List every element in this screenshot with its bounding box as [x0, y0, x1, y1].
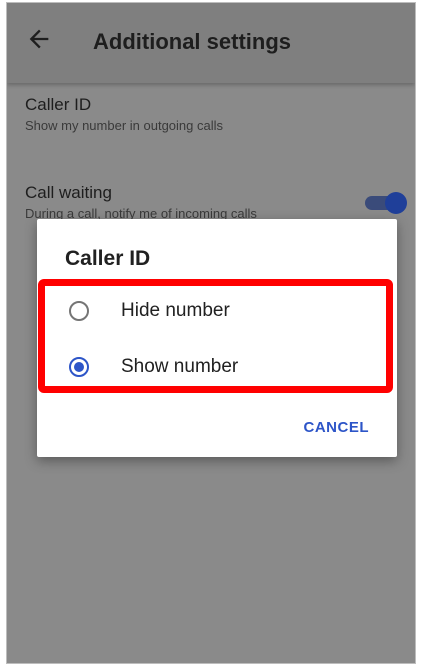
- call-waiting-toggle[interactable]: [365, 192, 407, 214]
- arrow-back-icon[interactable]: [25, 25, 53, 53]
- setting-call-waiting[interactable]: Call waiting During a call, notify me of…: [25, 183, 405, 221]
- setting-title: Caller ID: [25, 95, 92, 114]
- cancel-button[interactable]: CANCEL: [304, 419, 370, 436]
- app-bar: Additional settings: [7, 3, 415, 83]
- option-show-number[interactable]: Show number: [59, 347, 379, 387]
- setting-caller-id[interactable]: Caller ID Show my number in outgoing cal…: [25, 95, 405, 133]
- option-label: Show number: [121, 356, 239, 377]
- radio-selected-icon[interactable]: [67, 355, 91, 379]
- setting-subtitle: Show my number in outgoing calls: [25, 118, 223, 133]
- dialog-title: Caller ID: [65, 247, 151, 270]
- page-title: Additional settings: [93, 29, 291, 54]
- toggle-knob: [385, 192, 407, 214]
- radio-unselected-icon[interactable]: [67, 299, 91, 323]
- option-label: Hide number: [121, 300, 230, 321]
- phone-screen: Additional settings Caller ID Show my nu…: [6, 2, 416, 664]
- option-hide-number[interactable]: Hide number: [59, 291, 379, 331]
- caller-id-dialog: Caller ID Hide number Show number CANCEL: [37, 219, 397, 457]
- setting-title: Call waiting: [25, 183, 112, 202]
